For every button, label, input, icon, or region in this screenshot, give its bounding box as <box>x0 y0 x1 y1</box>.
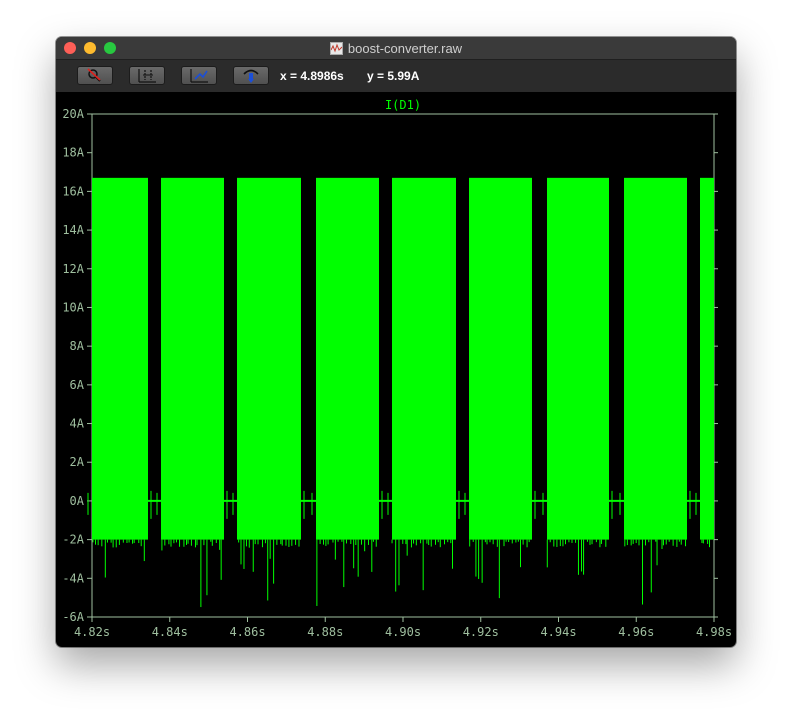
trace-burst <box>547 177 609 540</box>
autorange-button[interactable] <box>129 66 165 85</box>
trace-burst <box>316 177 379 540</box>
x-tick-label: 4.90s <box>385 625 421 639</box>
pan-button[interactable] <box>181 66 217 85</box>
window-title: boost-converter.raw <box>347 40 463 56</box>
y-tick-label: 0A <box>70 494 85 508</box>
y-tick-label: 16A <box>62 184 84 198</box>
x-tick-label: 4.96s <box>618 625 654 639</box>
zoom-button[interactable] <box>77 66 113 85</box>
y-tick-label: 10A <box>62 300 84 314</box>
autorange-icon <box>138 69 156 83</box>
x-tick-label: 4.94s <box>540 625 576 639</box>
title-bar[interactable]: boost-converter.raw <box>56 37 736 60</box>
x-tick-label: 4.92s <box>463 625 499 639</box>
x-tick-label: 4.98s <box>696 625 732 639</box>
y-tick-label: -4A <box>62 571 84 585</box>
trace-burst <box>92 177 148 540</box>
magnifier-cancel-icon <box>87 68 101 82</box>
x-readout: x = 4.8986s <box>280 69 344 83</box>
y-tick-label: -2A <box>62 533 84 547</box>
toolbar: x = 4.8986s y = 5.99A <box>56 60 736 92</box>
trace-burst <box>237 177 301 540</box>
trace-burst <box>469 177 532 540</box>
y-tick-label: 14A <box>62 223 84 237</box>
trace-burst <box>392 177 456 540</box>
x-tick-label: 4.88s <box>307 625 343 639</box>
y-tick-label: 8A <box>70 339 85 353</box>
trace-burst <box>624 177 687 540</box>
trace-burst <box>161 177 224 540</box>
trace-burst <box>700 177 714 540</box>
y-tick-label: -6A <box>62 610 84 624</box>
x-tick-label: 4.84s <box>152 625 188 639</box>
y-tick-label: 20A <box>62 107 84 121</box>
y-tick-label: 18A <box>62 146 84 160</box>
probe-button[interactable] <box>233 66 269 85</box>
y-tick-label: 12A <box>62 262 84 276</box>
x-tick-label: 4.82s <box>74 625 110 639</box>
plot-window: boost-converter.raw x = 4.8986s y = 5.99… <box>56 37 736 647</box>
pan-icon <box>190 69 208 83</box>
probe-icon <box>243 69 259 83</box>
trace-label[interactable]: I(D1) <box>385 98 421 112</box>
y-tick-label: 2A <box>70 455 85 469</box>
y-readout: y = 5.99A <box>367 69 420 83</box>
x-tick-label: 4.86s <box>229 625 265 639</box>
y-tick-label: 4A <box>70 417 85 431</box>
waveform-file-icon <box>329 41 343 55</box>
y-tick-label: 6A <box>70 378 85 392</box>
waveform-plot[interactable]: I(D1) 20A 18A 16A 14A 12A 10A 8A 6A 4A 2A 0A -2A -4A -… <box>56 92 736 647</box>
window-title-group: boost-converter.raw <box>56 37 736 59</box>
